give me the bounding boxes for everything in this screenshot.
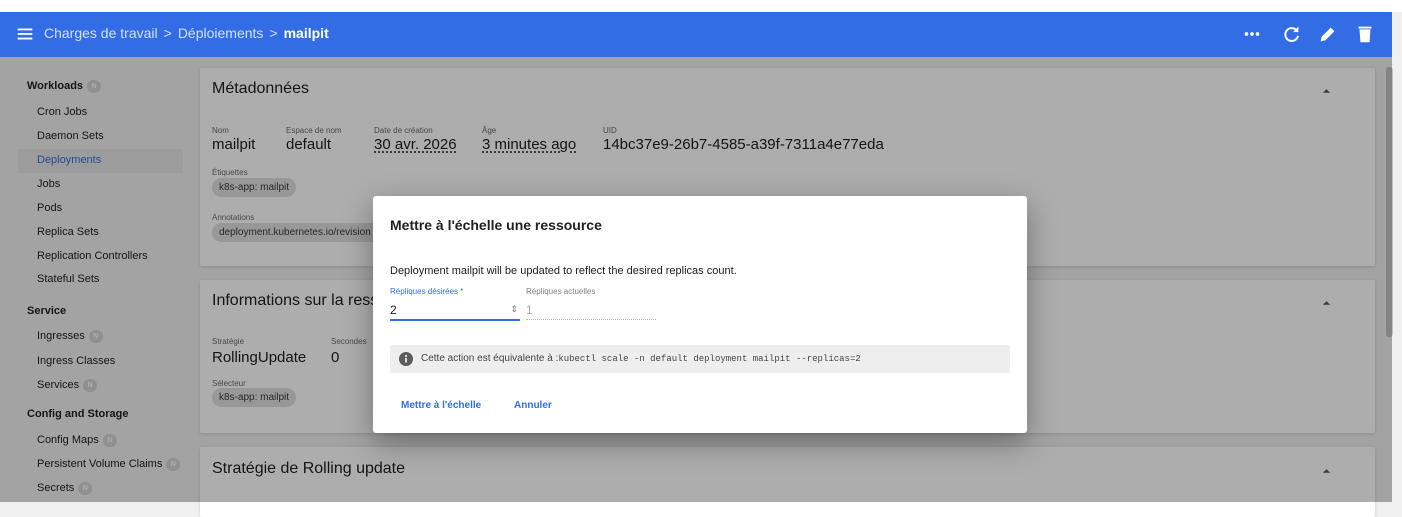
window-top-strip: [0, 0, 1402, 12]
current-replicas-label: Répliques actuelles: [526, 287, 596, 296]
cancel-button[interactable]: Annuler: [514, 400, 552, 411]
refresh-icon[interactable]: [1281, 23, 1303, 45]
current-replicas-value: 1: [526, 303, 533, 317]
more-icon[interactable]: [1241, 23, 1263, 45]
command-info-box: Cette action est équivalente à :kubectl …: [390, 345, 1010, 373]
delete-icon[interactable]: [1354, 23, 1376, 45]
desired-replicas-label: Répliques désirées *: [390, 287, 464, 296]
current-replicas-field: 1: [526, 300, 656, 320]
dialog-description: Deployment mailpit will be updated to re…: [390, 265, 737, 277]
info-icon: [399, 352, 413, 366]
edit-icon[interactable]: [1317, 23, 1339, 45]
dialog-title: Mettre à l'échelle une ressource: [390, 217, 602, 233]
menu-icon[interactable]: [14, 23, 36, 45]
chevron-right-icon: >: [269, 25, 278, 41]
toolbar: Charges de travail > Déploiements > mailpit: [0, 12, 1392, 57]
breadcrumb-deployments[interactable]: Déploiements: [178, 25, 264, 41]
breadcrumb: Charges de travail > Déploiements > mailpit: [44, 25, 329, 41]
scale-dialog: Mettre à l'échelle une ressource Deploym…: [373, 196, 1027, 433]
desired-replicas-value: 2: [390, 303, 397, 317]
breadcrumb-workloads[interactable]: Charges de travail: [44, 25, 158, 41]
breadcrumb-current: mailpit: [283, 25, 329, 41]
chevron-right-icon: >: [163, 25, 172, 41]
spinner-icon[interactable]: ⇕: [510, 304, 518, 315]
kubectl-command: kubectl scale -n default deployment mail…: [558, 354, 861, 364]
info-prefix: Cette action est équivalente à :: [421, 353, 559, 364]
desired-replicas-input[interactable]: 2 ⇕: [390, 300, 520, 321]
scale-button[interactable]: Mettre à l'échelle: [401, 400, 481, 411]
